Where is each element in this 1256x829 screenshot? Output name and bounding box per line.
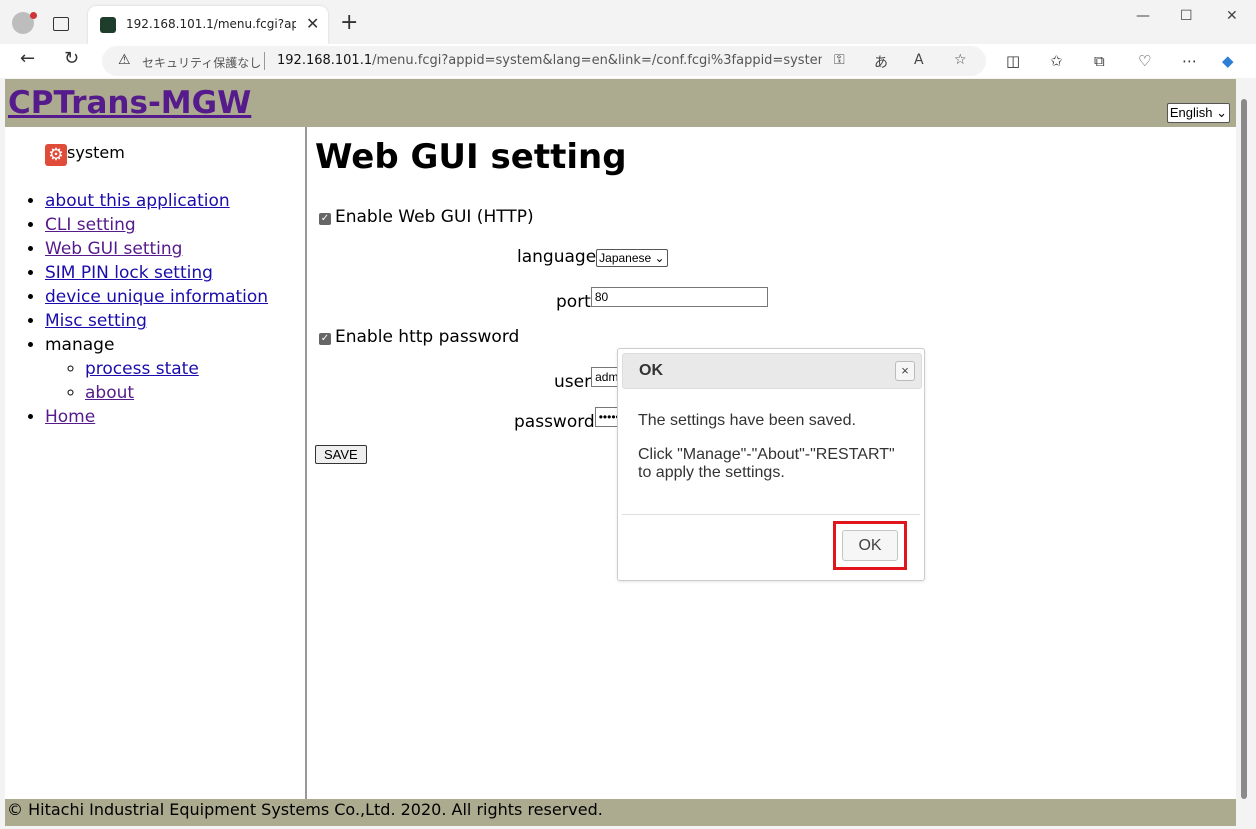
enable-http-label: Enable Web GUI (HTTP) bbox=[335, 207, 534, 227]
enable-http-checkbox[interactable]: ✓ bbox=[319, 213, 331, 225]
favicon-icon bbox=[100, 17, 116, 33]
sidebar-item-web-gui: Web GUI setting bbox=[45, 237, 268, 261]
ok-button-highlight: OK bbox=[833, 521, 907, 570]
sidebar-item-misc: Misc setting bbox=[45, 309, 268, 333]
dialog-message-saved: The settings have been saved. bbox=[638, 412, 856, 429]
save-button[interactable]: SAVE bbox=[315, 445, 367, 464]
split-screen-icon[interactable]: ◫ bbox=[1006, 52, 1020, 70]
sidebar-item-sim-pin: SIM PIN lock setting bbox=[45, 261, 268, 285]
browser-toolbar: ← ↻ ⚠ セキュリティ保護なし 192.168.101.1/menu.fcgi… bbox=[0, 44, 1256, 78]
language-row: language Japanese ⌄ bbox=[517, 247, 668, 267]
password-row: password ••••• bbox=[514, 407, 630, 432]
sidebar-link[interactable]: about bbox=[85, 383, 134, 403]
logo-link[interactable]: CPTrans-MGW bbox=[8, 85, 251, 121]
page-header: CPTrans-MGW English ⌄ bbox=[5, 79, 1236, 127]
new-tab-icon[interactable]: + bbox=[340, 10, 358, 35]
enable-password-checkbox[interactable]: ✓ bbox=[319, 333, 331, 345]
sidebar-link[interactable]: Home bbox=[45, 407, 95, 427]
address-bar[interactable]: ⚠ セキュリティ保護なし 192.168.101.1/menu.fcgi?app… bbox=[102, 46, 986, 76]
copilot-icon[interactable]: ◆ bbox=[1222, 52, 1234, 70]
address-divider bbox=[264, 52, 265, 70]
sidebar-title-text: system bbox=[67, 143, 125, 162]
page-footer: © Hitachi Industrial Equipment Systems C… bbox=[5, 799, 1236, 826]
sidebar-link[interactable]: CLI setting bbox=[45, 215, 136, 235]
browser-tab[interactable]: 192.168.101.1/menu.fcgi?appid= ✕ bbox=[88, 6, 328, 44]
sidebar-link[interactable]: device unique information bbox=[45, 287, 268, 307]
translate-icon[interactable]: あ bbox=[874, 52, 888, 72]
warning-icon[interactable]: ⚠ bbox=[118, 52, 131, 68]
security-label[interactable]: セキュリティ保護なし bbox=[142, 54, 261, 71]
close-window-icon[interactable]: ✕ bbox=[1226, 8, 1238, 24]
sidebar-item-device-info: device unique information bbox=[45, 285, 268, 309]
enable-password-row: ✓ Enable http password bbox=[319, 327, 519, 347]
port-label: port bbox=[556, 292, 591, 312]
sidebar-title: ⚙ system bbox=[45, 143, 125, 166]
url-host: 192.168.101.1 bbox=[277, 53, 373, 68]
maximize-icon[interactable]: ☐ bbox=[1180, 8, 1193, 24]
user-row: user adm bbox=[554, 367, 627, 392]
favorite-star-icon[interactable]: ☆ bbox=[954, 52, 967, 68]
key-icon[interactable]: ⚿ bbox=[834, 52, 845, 68]
saved-dialog: OK × The settings have been saved. Click… bbox=[617, 348, 925, 581]
language-dropdown-value: Japanese bbox=[599, 251, 652, 265]
language-label: language bbox=[517, 247, 597, 267]
language-dropdown[interactable]: Japanese ⌄ bbox=[596, 249, 668, 267]
dialog-titlebar[interactable]: OK × bbox=[622, 353, 922, 389]
gear-icon: ⚙ bbox=[45, 144, 67, 166]
sidebar-link[interactable]: process state bbox=[85, 359, 199, 379]
ok-button[interactable]: OK bbox=[842, 530, 898, 561]
page-title: Web GUI setting bbox=[315, 137, 627, 177]
tab-bar: 192.168.101.1/menu.fcgi?appid= ✕ + — ☐ ✕ bbox=[0, 0, 1256, 44]
collections-icon[interactable]: ⧉ bbox=[1094, 52, 1105, 70]
dialog-title: OK bbox=[639, 362, 663, 379]
sidebar-link[interactable]: SIM PIN lock setting bbox=[45, 263, 213, 283]
language-select[interactable]: English ⌄ bbox=[1166, 103, 1230, 123]
sidebar-item-process-state: process state bbox=[85, 357, 268, 381]
password-label: password bbox=[514, 412, 595, 432]
port-row: port 80 bbox=[556, 287, 768, 312]
url-path: /menu.fcgi?appid=system&lang=en&link=/co… bbox=[372, 53, 822, 68]
sidebar-item-about: about bbox=[85, 381, 268, 405]
tab-actions-icon[interactable] bbox=[53, 17, 69, 31]
notification-dot bbox=[30, 12, 37, 19]
sidebar: ⚙system about this application CLI setti… bbox=[5, 127, 307, 799]
performance-icon[interactable]: ♡ bbox=[1138, 52, 1151, 70]
port-input[interactable]: 80 bbox=[590, 287, 768, 307]
dialog-message-restart: Click "Manage"-"About"-"RESTART" to appl… bbox=[638, 446, 895, 481]
manage-submenu: process state about bbox=[45, 357, 268, 405]
dialog-close-icon[interactable]: × bbox=[895, 361, 915, 381]
sidebar-menu: about this application CLI setting Web G… bbox=[5, 189, 268, 429]
url-text[interactable]: 192.168.101.1/menu.fcgi?appid=system&lan… bbox=[277, 53, 822, 68]
dialog-divider bbox=[622, 514, 920, 515]
enable-password-label: Enable http password bbox=[335, 327, 520, 347]
tab-title: 192.168.101.1/menu.fcgi?appid= bbox=[126, 17, 296, 31]
sidebar-item-home: Home bbox=[45, 405, 268, 429]
sidebar-item-manage: manage process state about bbox=[45, 333, 268, 405]
enable-http-row: ✓ Enable Web GUI (HTTP) bbox=[319, 207, 534, 227]
sidebar-label: manage bbox=[45, 335, 115, 355]
sidebar-item-cli: CLI setting bbox=[45, 213, 268, 237]
read-aloud-icon[interactable]: A bbox=[914, 52, 924, 68]
language-select-value: English bbox=[1169, 105, 1213, 120]
more-menu-icon[interactable]: ⋯ bbox=[1182, 52, 1197, 70]
sidebar-link[interactable]: Web GUI setting bbox=[45, 239, 182, 259]
scrollbar-thumb[interactable] bbox=[1241, 99, 1247, 799]
minimize-icon[interactable]: — bbox=[1136, 8, 1150, 24]
user-label: user bbox=[554, 372, 592, 392]
dialog-body: The settings have been saved. Click "Man… bbox=[638, 412, 908, 498]
sidebar-link[interactable]: Misc setting bbox=[45, 311, 147, 331]
favorites-icon[interactable]: ✩ bbox=[1050, 52, 1063, 70]
back-icon[interactable]: ← bbox=[20, 48, 35, 69]
sidebar-item-about-app: about this application bbox=[45, 189, 268, 213]
tab-close-icon[interactable]: ✕ bbox=[306, 14, 319, 33]
sidebar-link[interactable]: about this application bbox=[45, 191, 230, 211]
refresh-icon[interactable]: ↻ bbox=[64, 48, 79, 69]
scrollbar[interactable] bbox=[1236, 79, 1252, 826]
